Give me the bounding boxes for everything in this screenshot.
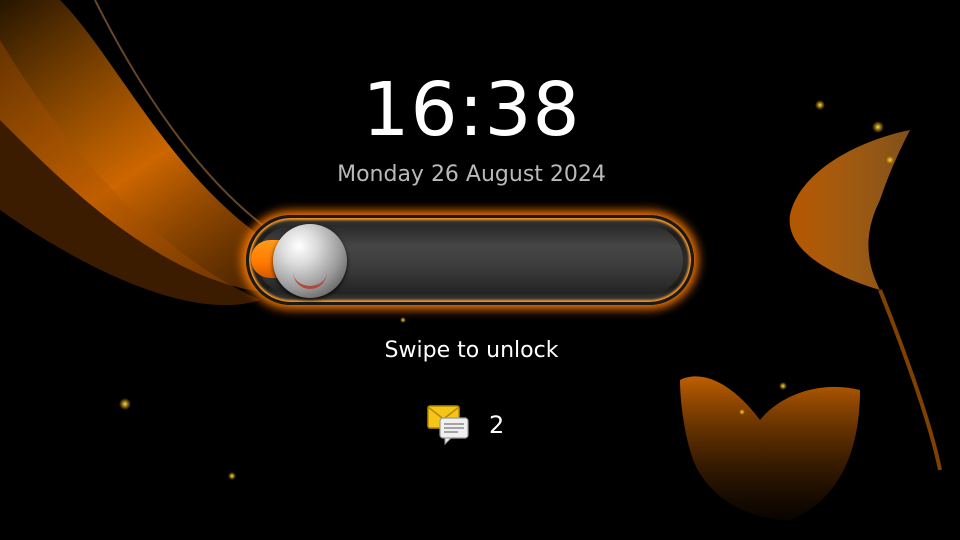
swipe-to-unlock-label: Swipe to unlock <box>384 338 559 363</box>
lock-screen: 16:38 Monday 26 August 2024 Swipe to unl… <box>0 0 960 540</box>
sparkle <box>779 382 787 390</box>
message-envelope-icon <box>427 405 469 446</box>
message-count: 2 <box>489 411 505 439</box>
lockscreen-date: Monday 26 August 2024 <box>337 162 606 187</box>
sparkle <box>400 317 406 323</box>
sparkle <box>119 398 131 410</box>
right-leaf-shape <box>789 130 910 290</box>
right-stem <box>878 289 942 471</box>
knob-highlight <box>293 268 327 289</box>
message-notification[interactable]: 2 <box>427 403 504 447</box>
unlock-slider-track[interactable] <box>246 215 694 305</box>
lockscreen-clock: 16:38 <box>362 67 581 153</box>
tulip-shape <box>680 376 860 520</box>
sparkle <box>739 409 745 415</box>
sparkle <box>228 472 236 480</box>
unlock-slider-knob[interactable] <box>273 224 347 298</box>
